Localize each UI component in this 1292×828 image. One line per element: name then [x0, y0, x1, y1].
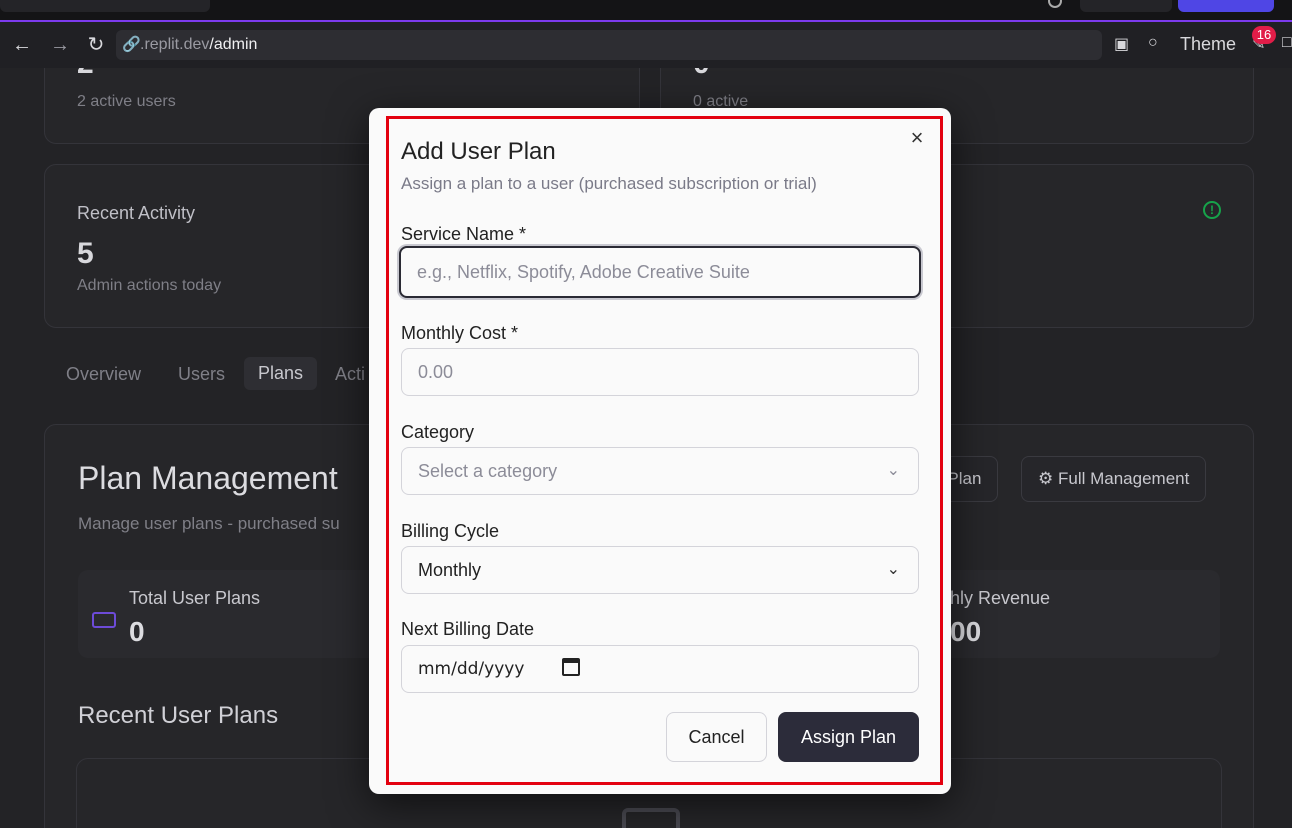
notification-badge: 16 — [1252, 26, 1276, 44]
devices-icon[interactable]: ▣ — [1114, 34, 1129, 54]
monthly-revenue-value: 00 — [950, 616, 982, 647]
calendar-icon[interactable] — [562, 658, 580, 676]
browser-tab[interactable] — [0, 0, 210, 12]
total-plans-card: Total User Plans 0 — [78, 570, 378, 658]
chevron-down-icon: ⌄ — [886, 561, 900, 578]
billing-cycle-select[interactable]: Monthly ⌄ — [401, 546, 919, 594]
billing-cycle-value: Monthly — [418, 560, 482, 580]
full-management-button[interactable]: ⚙ Full Management — [1021, 456, 1207, 502]
recent-activity-subtext: Admin actions today — [77, 277, 222, 294]
empty-state-icon — [622, 808, 680, 828]
category-label: Category — [401, 422, 475, 442]
tab-overview[interactable]: Overview — [66, 364, 141, 385]
monthly-revenue-label: hly Revenue — [950, 588, 1051, 608]
category-placeholder: Select a category — [418, 461, 558, 481]
gear-icon: ⚙ — [1038, 469, 1054, 488]
browser-tab-button[interactable] — [1080, 0, 1172, 12]
search-icon[interactable] — [1048, 0, 1062, 8]
address-bar[interactable]: 🔗 .replit.dev/admin — [116, 30, 1102, 60]
reload-icon[interactable]: ↻ — [84, 33, 108, 57]
recent-activity-value: 5 — [77, 237, 94, 270]
back-icon[interactable]: ← — [10, 33, 34, 57]
browser-navbar: ← → ↻ 🔗 .replit.dev/admin ▣ ○ Theme ✎ 16… — [0, 22, 1292, 68]
assign-plan-button[interactable]: Assign Plan — [778, 712, 919, 762]
forward-icon[interactable]: → — [48, 33, 72, 57]
add-user-plan-dialog: × Add User Plan Assign a plan to a user … — [369, 108, 951, 794]
plan-management-title: Plan Management — [78, 460, 338, 496]
full-management-label: Full Management — [1057, 469, 1190, 488]
link-icon: 🔗 — [122, 36, 141, 53]
total-plans-value: 0 — [129, 616, 145, 647]
service-name-label: Service Name * — [401, 224, 527, 244]
category-select[interactable]: Select a category ⌄ — [401, 447, 919, 495]
theme-button[interactable]: Theme — [1180, 34, 1236, 55]
cancel-button[interactable]: Cancel — [666, 712, 767, 762]
tab-users[interactable]: Users — [178, 364, 225, 385]
total-plans-label: Total User Plans — [129, 588, 261, 608]
monthly-cost-input[interactable] — [401, 348, 919, 396]
browser-tabstrip — [0, 0, 1292, 22]
stat-subtext: 2 active users — [77, 93, 176, 110]
next-billing-date-input[interactable]: mm/dd/yyyy — [401, 645, 919, 693]
recent-activity-title: Recent Activity — [77, 203, 196, 223]
credit-card-icon — [92, 612, 116, 628]
dialog-title: Add User Plan — [401, 138, 556, 165]
plan-management-subtitle: Manage user plans - purchased su — [78, 514, 340, 533]
url-text: .replit.dev/admin — [140, 36, 258, 53]
stat-value: 2 — [77, 68, 94, 81]
tab-activity[interactable]: Acti — [335, 364, 365, 385]
service-name-input[interactable] — [399, 246, 921, 298]
deploy-button[interactable] — [1178, 0, 1274, 12]
close-icon[interactable]: × — [907, 127, 927, 149]
dialog-description: Assign a plan to a user (purchased subsc… — [401, 174, 817, 193]
panel-icon[interactable]: □ — [1282, 34, 1292, 52]
chevron-down-icon: ⌄ — [886, 462, 900, 479]
monthly-cost-label: Monthly Cost * — [401, 323, 519, 343]
alert-icon: ! — [1203, 201, 1221, 219]
stat-value: 0 — [693, 68, 710, 81]
date-placeholder: mm/dd/yyyy — [418, 659, 525, 679]
tab-plans[interactable]: Plans — [244, 357, 318, 390]
palette-icon[interactable]: ○ — [1148, 34, 1158, 52]
recent-user-plans-title: Recent User Plans — [78, 702, 279, 729]
billing-cycle-label: Billing Cycle — [401, 521, 500, 541]
next-billing-date-label: Next Billing Date — [401, 619, 535, 639]
